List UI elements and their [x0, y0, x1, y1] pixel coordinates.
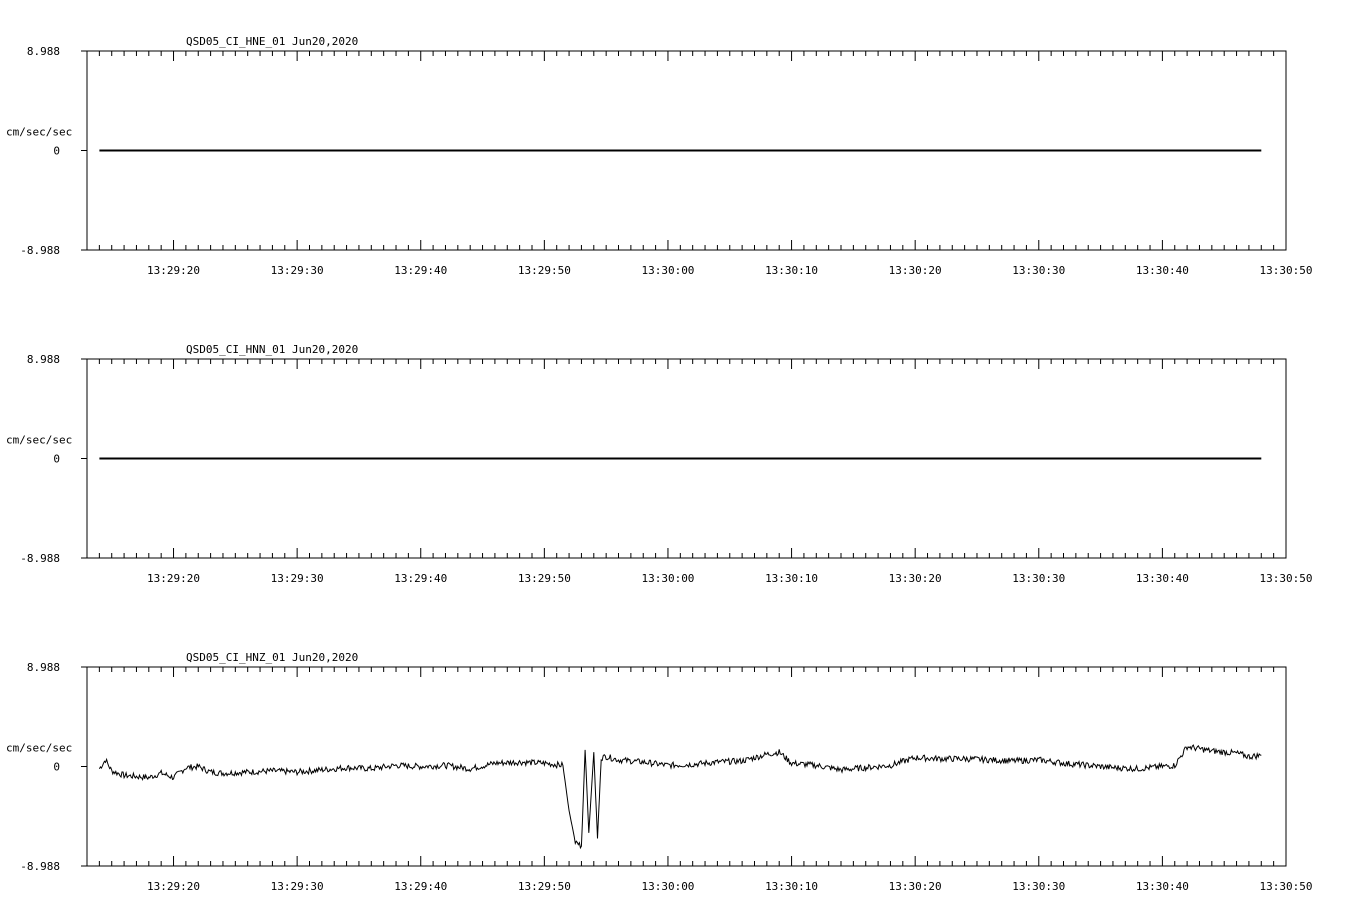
- y-axis-label: cm/sec/sec: [6, 742, 72, 755]
- y-tick-label: 0: [53, 145, 60, 158]
- x-tick-label: 13:30:50: [1260, 264, 1313, 277]
- chart-title: QSD05_CI_HNN_01 Jun20,2020: [186, 343, 358, 356]
- x-tick-label: 13:30:00: [641, 572, 694, 585]
- x-tick-label: 13:29:40: [394, 264, 447, 277]
- chart-title: QSD05_CI_HNE_01 Jun20,2020: [186, 35, 358, 48]
- y-tick-label: 8.988: [27, 353, 60, 366]
- y-axis-label: cm/sec/sec: [6, 126, 72, 139]
- x-tick-label: 13:30:10: [765, 572, 818, 585]
- x-tick-label: 13:30:00: [641, 264, 694, 277]
- x-tick-label: 13:29:30: [271, 572, 324, 585]
- y-axis-label: cm/sec/sec: [6, 434, 72, 447]
- x-tick-label: 13:30:50: [1260, 880, 1313, 893]
- x-tick-label: 13:30:40: [1136, 880, 1189, 893]
- x-tick-label: 13:30:40: [1136, 572, 1189, 585]
- y-tick-label: 8.988: [27, 661, 60, 674]
- x-tick-label: 13:30:10: [765, 880, 818, 893]
- x-tick-label: 13:29:30: [271, 880, 324, 893]
- panel-1: QSD05_CI_HNE_01 Jun20,2020 cm/sec/sec 8.98…: [6, 35, 1312, 277]
- x-tick-label: 13:29:20: [147, 572, 200, 585]
- x-tick-label: 13:30:20: [889, 264, 942, 277]
- y-tick-label: -8.988: [20, 552, 60, 565]
- panel-2: QSD05_CI_HNN_01 Jun20,2020 cm/sec/sec 8.98…: [6, 343, 1312, 585]
- y-tick-label: 0: [53, 761, 60, 774]
- x-tick-label: 13:30:00: [641, 880, 694, 893]
- x-tick-label: 13:29:20: [147, 264, 200, 277]
- x-tick-label: 13:30:20: [889, 880, 942, 893]
- series-trace: [98, 744, 1262, 850]
- x-tick-label: 13:29:50: [518, 572, 571, 585]
- chart-title: QSD05_CI_HNZ_01 Jun20,2020: [186, 651, 358, 664]
- x-tick-label: 13:30:10: [765, 264, 818, 277]
- x-tick-label: 13:29:40: [394, 880, 447, 893]
- x-tick-label: 13:30:30: [1012, 264, 1065, 277]
- x-tick-label: 13:30:50: [1260, 572, 1313, 585]
- x-tick-label: 13:29:50: [518, 264, 571, 277]
- x-tick-label: 13:29:30: [271, 264, 324, 277]
- seismogram-figure: QSD05_CI_HNE_01 Jun20,2020 cm/sec/sec 8.98…: [6, 35, 1312, 893]
- y-tick-label: 8.988: [27, 45, 60, 58]
- y-tick-label: -8.988: [20, 244, 60, 257]
- x-tick-label: 13:30:30: [1012, 572, 1065, 585]
- x-tick-label: 13:29:50: [518, 880, 571, 893]
- y-tick-label: 0: [53, 453, 60, 466]
- panel-3: QSD05_CI_HNZ_01 Jun20,2020 cm/sec/sec 8.98…: [6, 651, 1312, 893]
- y-tick-label: -8.988: [20, 860, 60, 873]
- x-tick-label: 13:30:40: [1136, 264, 1189, 277]
- x-tick-label: 13:30:20: [889, 572, 942, 585]
- x-tick-label: 13:29:40: [394, 572, 447, 585]
- x-tick-label: 13:29:20: [147, 880, 200, 893]
- x-tick-label: 13:30:30: [1012, 880, 1065, 893]
